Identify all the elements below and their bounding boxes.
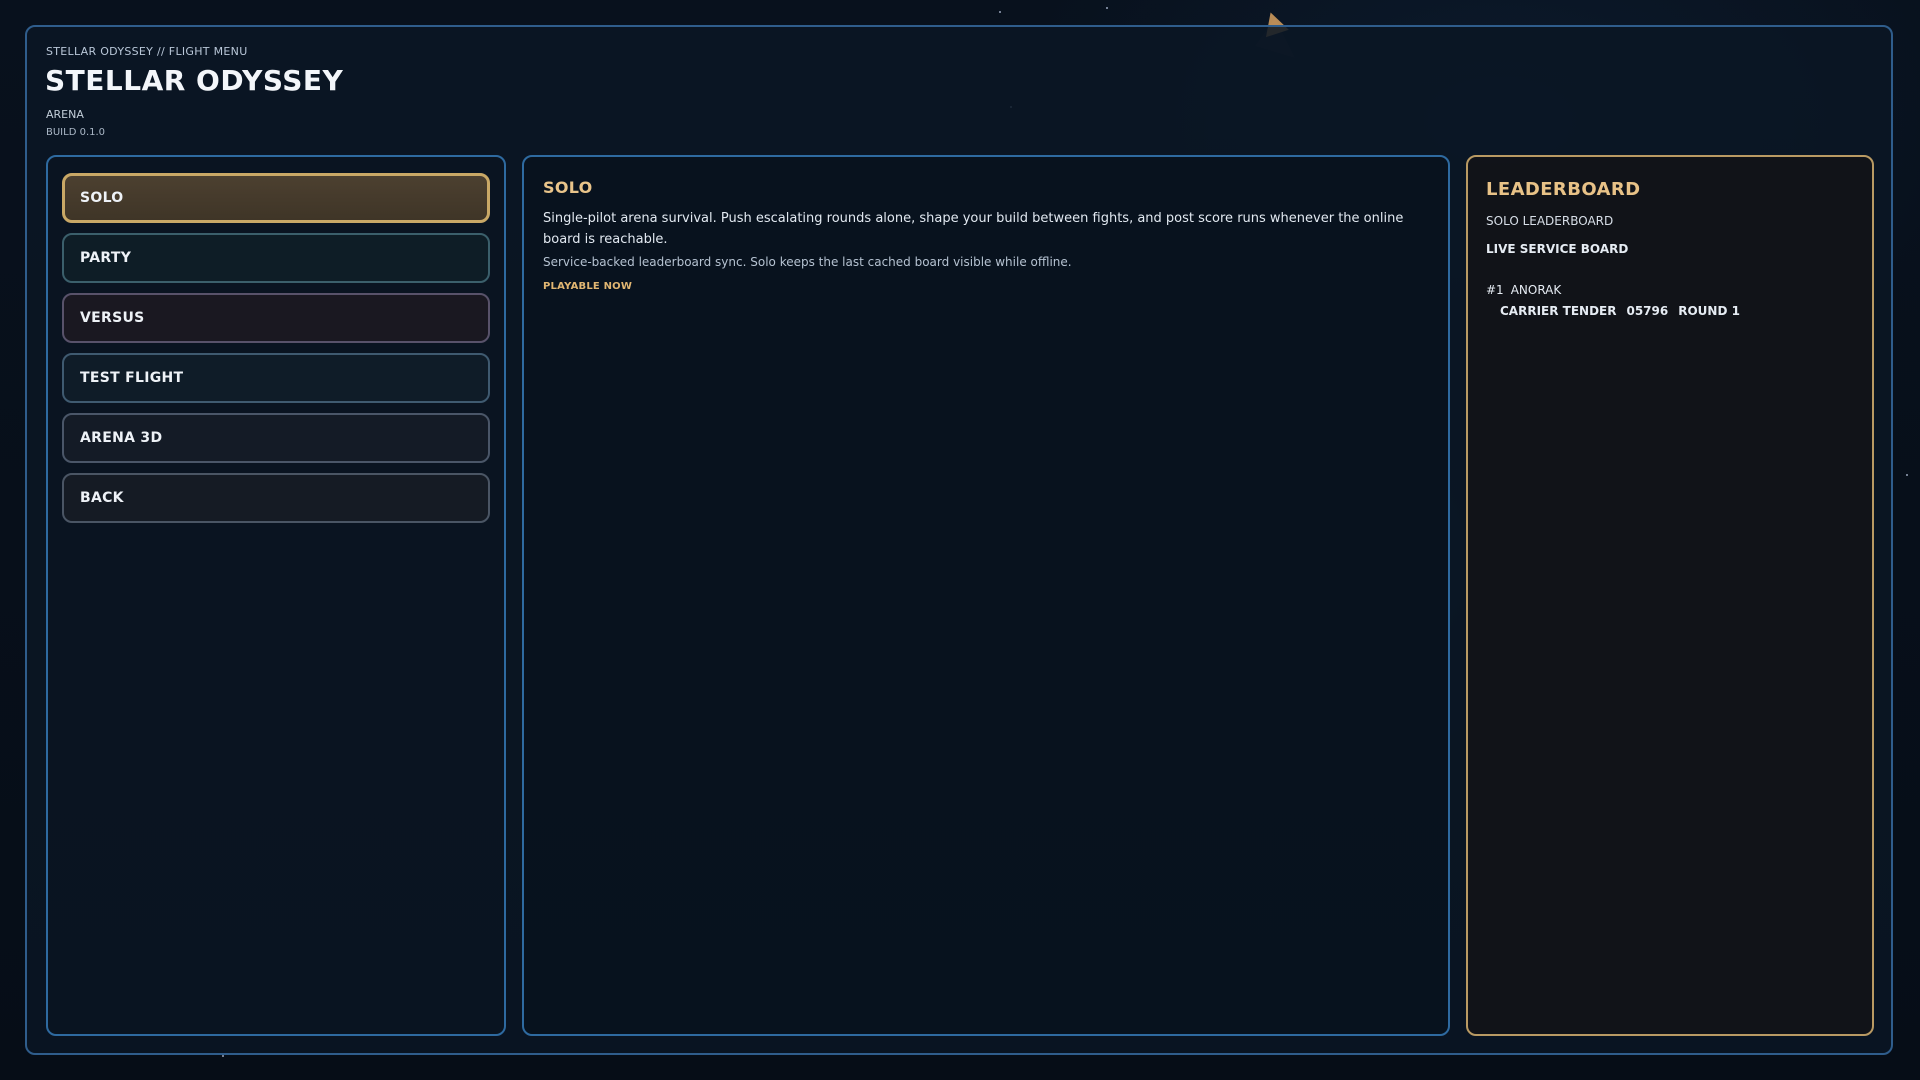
breadcrumb: STELLAR ODYSSEY // FLIGHT MENU	[46, 45, 248, 58]
test-flight-button-label: TEST FLIGHT	[80, 370, 184, 386]
test-flight-button[interactable]: TEST FLIGHT	[62, 353, 490, 403]
leaderboard-subtitle: SOLO LEADERBOARD	[1486, 214, 1614, 228]
leaderboard-entry-detail: CARRIER TENDER 05796 ROUND 1	[1500, 304, 1750, 318]
versus-button-label: VERSUS	[80, 310, 145, 326]
entry-name: ANORAK	[1510, 283, 1562, 297]
entry-ship: CARRIER TENDER	[1500, 304, 1617, 318]
arena-3d-button[interactable]: ARENA 3D	[62, 413, 490, 463]
detail-description: Single-pilot arena survival. Push escala…	[543, 211, 1404, 247]
arena-3d-button-label: ARENA 3D	[80, 430, 163, 446]
leaderboard-panel: LEADERBOARD SOLO LEADERBOARD LIVE SERVIC…	[1466, 155, 1874, 1036]
status-badge: PLAYABLE NOW	[543, 281, 633, 292]
star	[1906, 474, 1908, 476]
entry-score: 05796	[1626, 304, 1669, 318]
party-button[interactable]: PARTY	[62, 233, 490, 283]
build-label: BUILD 0.1.0	[46, 127, 106, 138]
mode-detail-panel: SOLO Single-pilot arena survival. Push e…	[522, 155, 1450, 1036]
solo-button-label: SOLO	[80, 190, 124, 206]
leaderboard-title: LEADERBOARD	[1486, 179, 1641, 200]
detail-note: Service-backed leaderboard sync. Solo ke…	[543, 255, 1072, 269]
versus-button[interactable]: VERSUS	[62, 293, 490, 343]
leaderboard-service: LIVE SERVICE BOARD	[1486, 242, 1629, 256]
solo-button[interactable]: SOLO	[62, 173, 490, 223]
star	[999, 11, 1001, 13]
entry-round: ROUND 1	[1678, 304, 1740, 318]
detail-title: SOLO	[543, 178, 593, 197]
mode-label: ARENA	[46, 108, 84, 121]
mode-menu-panel: SOLO PARTY VERSUS TEST FLIGHT ARENA 3D B…	[46, 155, 506, 1036]
star	[1106, 7, 1108, 9]
entry-rank: #1	[1486, 283, 1504, 297]
party-button-label: PARTY	[80, 250, 132, 266]
page-title: STELLAR ODYSSEY	[45, 64, 344, 97]
leaderboard-entry: #1 ANORAK	[1486, 283, 1568, 297]
star	[222, 1055, 224, 1057]
back-button[interactable]: BACK	[62, 473, 490, 523]
back-button-label: BACK	[80, 490, 124, 506]
